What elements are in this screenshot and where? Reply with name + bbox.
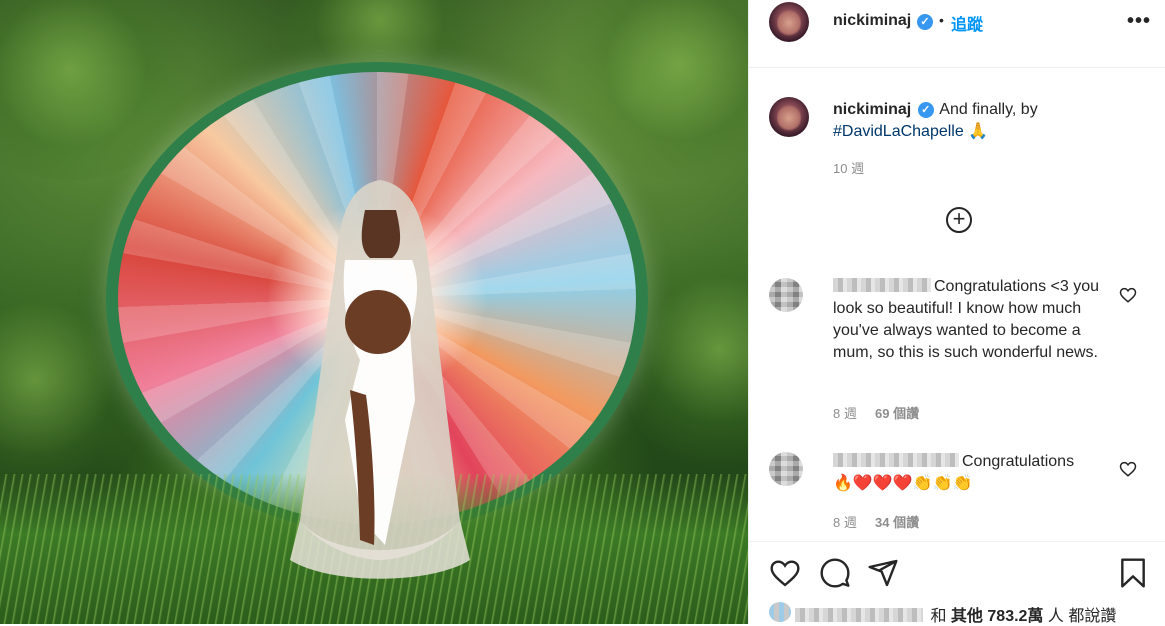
likes-suffix: 人 都說讚 (1047, 608, 1117, 625)
comment-icon[interactable] (819, 555, 851, 591)
figure-in-gown (290, 180, 470, 579)
caption-text: And finally, by (939, 101, 1038, 118)
author-username[interactable]: nickiminaj (833, 12, 911, 30)
post-header: nickiminaj ✓ • 追蹤 ••• (749, 0, 1165, 68)
likes-summary: 和 其他 783.2萬 人 都說讚 (795, 602, 1116, 626)
caption-emoji: 🙏 (968, 123, 989, 140)
bookmark-icon[interactable] (1117, 555, 1149, 591)
verified-badge-icon: ✓ (917, 102, 934, 118)
comment-2: Congratulations 🔥❤️❤️❤️👏👏👏 (833, 451, 1113, 495)
comment-1-likes[interactable]: 69 個讚 (875, 403, 919, 422)
comment-username-blurred[interactable] (833, 278, 931, 292)
share-icon[interactable] (867, 555, 899, 591)
comment-1-age[interactable]: 8 週 (833, 403, 857, 422)
divider (749, 541, 1165, 542)
caption-avatar[interactable] (769, 97, 809, 137)
comment-avatar[interactable] (769, 452, 803, 486)
heart-icon[interactable] (769, 555, 801, 591)
liker-username-blurred[interactable] (795, 608, 923, 622)
comment-username-blurred[interactable] (833, 453, 959, 467)
plus-circle-icon[interactable]: + (946, 207, 972, 233)
post-age[interactable]: 10 週 (833, 158, 864, 177)
caption: nickiminaj ✓ And finally, by #DavidLaCha… (833, 99, 1133, 143)
comment-2-likes[interactable]: 34 個讚 (875, 512, 919, 531)
author-avatar[interactable] (769, 2, 809, 42)
follow-button[interactable]: 追蹤 (951, 11, 983, 35)
comment-avatar[interactable] (769, 278, 803, 312)
verified-badge-icon: ✓ (917, 14, 933, 30)
comment-text: Congratulations (962, 453, 1075, 470)
post-panel: nickiminaj ✓ • 追蹤 ••• nickiminaj ✓ And f… (748, 0, 1165, 626)
caption-hashtag[interactable]: #DavidLaChapelle (833, 123, 964, 140)
comment-heart-icon[interactable] (1119, 286, 1137, 304)
likes-prefix: 和 (930, 608, 947, 625)
caption-username[interactable]: nickiminaj (833, 101, 911, 118)
comment-heart-icon[interactable] (1119, 460, 1137, 478)
likes-others[interactable]: 其他 (951, 608, 983, 625)
comment-2-age[interactable]: 8 週 (833, 512, 857, 531)
post-photo[interactable] (0, 0, 748, 624)
comment-1: Congratulations <3 you look so beautiful… (833, 276, 1113, 364)
liker-avatar[interactable] (769, 602, 791, 622)
comment-emojis: 🔥❤️❤️❤️👏👏👏 (833, 475, 973, 492)
likes-count[interactable]: 783.2萬 (987, 608, 1043, 625)
more-options-icon[interactable]: ••• (1127, 10, 1151, 33)
separator-dot: • (939, 12, 944, 28)
